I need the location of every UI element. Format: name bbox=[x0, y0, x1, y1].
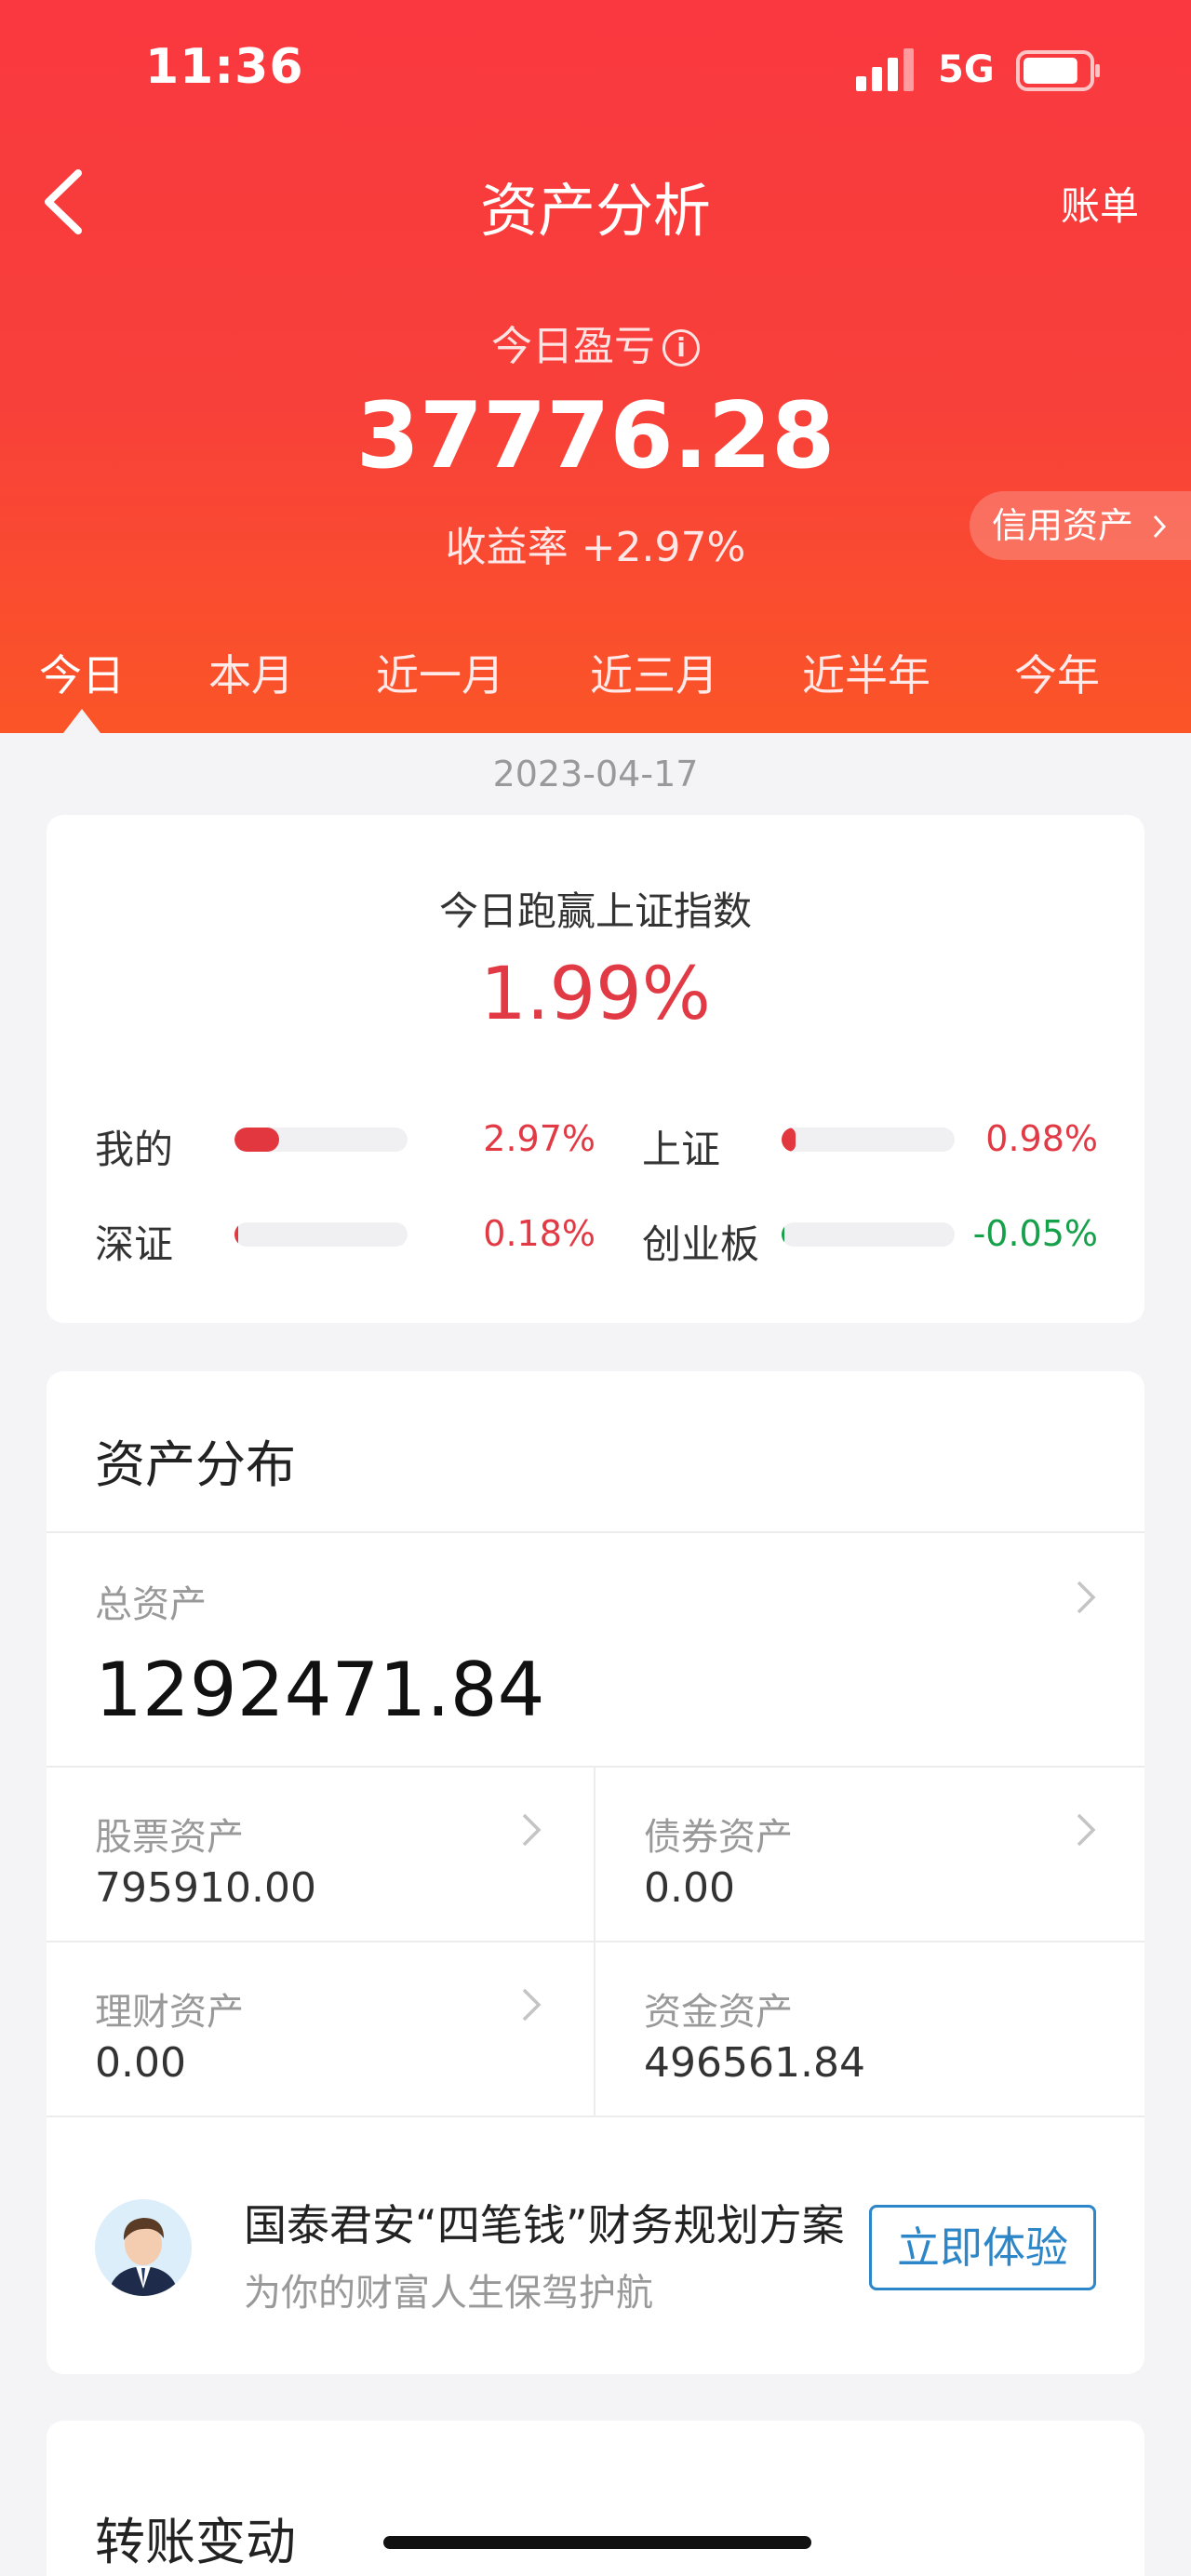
page-title: 资产分析 bbox=[479, 177, 711, 245]
info-icon[interactable]: i bbox=[662, 329, 700, 367]
asset-distribution-card: 资产分布 总资产 1292471.84 股票资产 795910.00 债券资产 … bbox=[47, 1371, 1144, 2374]
compare-bar-fill-mine bbox=[234, 1128, 280, 1152]
divider bbox=[47, 2116, 1144, 2117]
try-now-button[interactable]: 立即体验 bbox=[869, 2205, 1096, 2290]
status-time: 11:36 bbox=[145, 39, 304, 95]
compare-bar-sz bbox=[234, 1222, 408, 1247]
header: 11:36 5G 资产分析 账单 今日盈亏 i 37776.28 收益率 +2.9… bbox=[0, 0, 1191, 733]
pnl-value: 37776.28 bbox=[355, 383, 836, 489]
advisor-avatar bbox=[95, 2199, 192, 2296]
tab-last-three-months[interactable]: 近三月 bbox=[590, 642, 718, 703]
credit-assets-button[interactable]: 信用资产 bbox=[970, 491, 1191, 560]
promo-subtitle: 为你的财富人生保驾护航 bbox=[244, 2272, 653, 2315]
battery-icon bbox=[1016, 50, 1100, 91]
pnl-label: 今日盈亏 i bbox=[0, 313, 1191, 372]
compare-bar-fill-chinext bbox=[782, 1222, 784, 1247]
tab-last-half-year[interactable]: 近半年 bbox=[802, 642, 930, 703]
stock-assets-label: 股票资产 bbox=[95, 1816, 244, 1859]
bond-assets-value: 0.00 bbox=[644, 1864, 735, 1912]
promo-title: 国泰君安“四笔钱”财务规划方案 bbox=[244, 2200, 845, 2250]
bill-link[interactable]: 账单 bbox=[1061, 175, 1139, 232]
tab-today[interactable]: 今日 bbox=[39, 642, 125, 703]
signal-icon bbox=[856, 48, 914, 91]
compare-bar-fill-sh bbox=[782, 1128, 796, 1152]
compare-label-mine: 我的 bbox=[95, 1127, 174, 1172]
wealth-assets-value: 0.00 bbox=[95, 2039, 186, 2087]
stock-assets-value: 795910.00 bbox=[95, 1864, 316, 1912]
pnl-label-text: 今日盈亏 bbox=[491, 323, 655, 370]
transfer-title: 转账变动 bbox=[95, 2513, 296, 2571]
compare-value-sz: 0.18% bbox=[483, 1213, 596, 1254]
compare-bar-sh bbox=[782, 1128, 955, 1152]
chevron-right-icon bbox=[522, 1988, 542, 2022]
tab-this-year[interactable]: 今年 bbox=[1014, 642, 1100, 703]
compare-value-chinext: -0.05% bbox=[972, 1213, 1098, 1254]
comparison-title: 今日跑赢上证指数 bbox=[438, 888, 752, 934]
bond-assets-label: 债券资产 bbox=[644, 1816, 793, 1859]
avatar-icon bbox=[95, 2199, 192, 2296]
home-indicator[interactable] bbox=[383, 2536, 811, 2549]
cash-assets-value: 496561.84 bbox=[644, 2039, 865, 2087]
compare-label-chinext: 创业板 bbox=[642, 1221, 760, 1267]
wealth-assets-label: 理财资产 bbox=[95, 1991, 244, 2034]
asset-section-title: 资产分布 bbox=[95, 1435, 296, 1494]
chevron-right-icon bbox=[1077, 1581, 1096, 1614]
active-tab-indicator bbox=[63, 709, 100, 733]
chevron-right-icon bbox=[1153, 514, 1167, 539]
compare-value-mine: 2.97% bbox=[483, 1118, 596, 1159]
compare-bar-mine bbox=[234, 1128, 408, 1152]
transfer-card: 转账变动 bbox=[47, 2421, 1144, 2576]
chevron-right-icon bbox=[1077, 1813, 1096, 1847]
total-assets-label: 总资产 bbox=[95, 1583, 207, 1626]
cash-assets-label: 资金资产 bbox=[644, 1991, 793, 2034]
tab-last-month[interactable]: 近一月 bbox=[376, 642, 504, 703]
comparison-card: 今日跑赢上证指数 1.99% 我的 2.97% 上证 0.98% 深证 0.18… bbox=[47, 815, 1144, 1323]
network-label: 5G bbox=[938, 48, 995, 91]
compare-value-sh: 0.98% bbox=[985, 1118, 1098, 1159]
total-assets-value: 1292471.84 bbox=[95, 1647, 545, 1733]
credit-assets-label: 信用资产 bbox=[992, 505, 1134, 546]
comparison-value: 1.99% bbox=[480, 953, 711, 1036]
compare-bar-fill-sz bbox=[234, 1222, 238, 1247]
period-tabs: 今日 本月 近一月 近三月 近半年 今年 bbox=[0, 642, 1191, 716]
compare-label-sz: 深证 bbox=[95, 1221, 174, 1267]
date-label: 2023-04-17 bbox=[492, 754, 699, 794]
tab-this-month[interactable]: 本月 bbox=[208, 642, 294, 703]
compare-label-sh: 上证 bbox=[642, 1127, 721, 1172]
compare-bar-chinext bbox=[782, 1222, 955, 1247]
chevron-right-icon bbox=[522, 1813, 542, 1847]
